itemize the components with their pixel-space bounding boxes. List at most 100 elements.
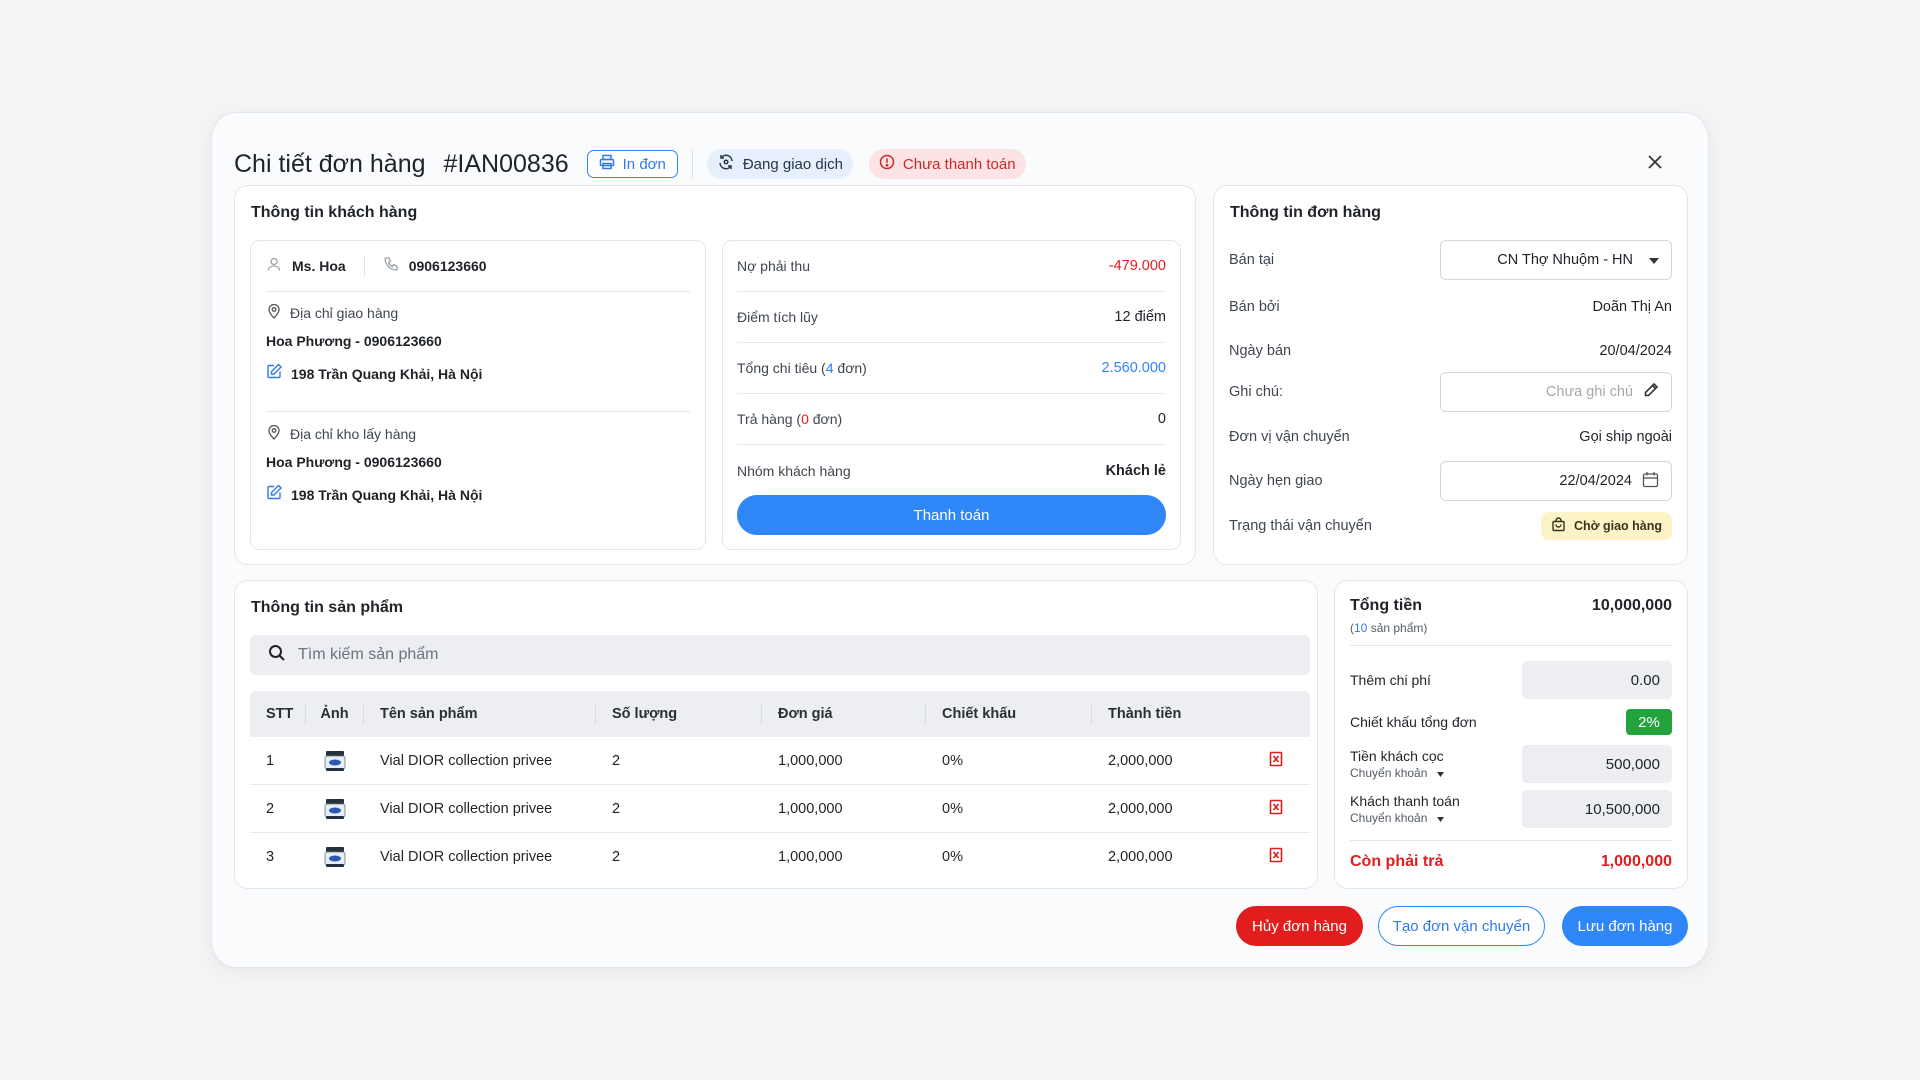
status-payment-label: Chưa thanh toán: [902, 155, 1016, 173]
divider: [691, 149, 693, 179]
col-actions: [1242, 703, 1310, 725]
return-label-suffix: đơn): [808, 411, 843, 427]
product-search[interactable]: [250, 635, 1310, 675]
print-button[interactable]: In đơn: [586, 150, 678, 178]
paid-method: Chuyển khoản: [1350, 811, 1428, 825]
note-label: Ghi chú:: [1229, 384, 1283, 400]
print-label: In đơn: [622, 155, 666, 173]
extra-cost-input[interactable]: 0.00: [1522, 661, 1672, 699]
printer-icon: [599, 154, 615, 174]
close-button[interactable]: [1642, 151, 1668, 177]
due-date-value: 22/04/2024: [1559, 473, 1632, 489]
paid-input[interactable]: 10,500,000: [1522, 790, 1672, 828]
map-pin-icon: [266, 303, 282, 323]
alert-circle-icon: [879, 154, 895, 174]
due-date-label: Ngày hẹn giao: [1229, 473, 1323, 489]
product-total: 2,000,000: [1108, 800, 1173, 817]
status-badge-trade: Đang giao dịch: [706, 149, 853, 179]
paid-label: Khách thanh toán: [1350, 793, 1460, 809]
status-trade-label: Đang giao dịch: [742, 155, 843, 173]
shipping-status-badge: Chờ giao hàng: [1540, 512, 1672, 540]
remaining-row: Còn phải trả 1,000,000: [1350, 853, 1672, 871]
delivery-address-row[interactable]: 198 Trần Quang Khải, Hà Nội: [266, 363, 482, 384]
page-title: Chi tiết đơn hàng: [234, 149, 426, 178]
due-date-picker[interactable]: 22/04/2024: [1440, 461, 1672, 501]
spend-value: 2.560.000: [1101, 360, 1166, 376]
debt-label: Nợ phải thu: [737, 258, 811, 274]
search-input[interactable]: [298, 646, 898, 664]
debt-row: Nợ phải thu -479.000: [737, 241, 1166, 292]
item-count: (10 sản phẩm): [1350, 621, 1427, 635]
order-info-card: Thông tin đơn hàng Bán tại CN Thợ Nhuộm …: [1213, 185, 1688, 565]
group-label: Nhóm khách hàng: [737, 462, 851, 479]
order-discount-value[interactable]: 2%: [1626, 709, 1672, 735]
modal-header: Chi tiết đơn hàng #IAN00836 In đơn Đang …: [234, 137, 1686, 191]
cancel-order-button[interactable]: Hủy đơn hàng: [1236, 906, 1363, 946]
deposit-input[interactable]: 500,000: [1522, 745, 1672, 783]
spend-label-suffix: đơn): [833, 360, 867, 376]
pickup-address-row[interactable]: 198 Trần Quang Khải, Hà Nội: [266, 484, 482, 505]
trash-icon: [1269, 847, 1283, 867]
order-discount-label: Chiết khấu tổng đơn: [1350, 714, 1477, 730]
customer-section-title: Thông tin khách hàng: [251, 204, 418, 221]
row-stt: 2: [266, 800, 275, 817]
products-table: STT Ảnh Tên sản phẩm Số lượng Đơn giá Ch…: [250, 691, 1310, 881]
note-row: Ghi chú: Chưa ghi chú: [1229, 372, 1672, 412]
deposit-method-select[interactable]: Chuyển khoản: [1350, 766, 1445, 780]
map-pin-icon: [266, 424, 282, 444]
product-price: 1,000,000: [778, 800, 843, 817]
group-value: Khách lẻ: [1105, 462, 1166, 479]
note-field[interactable]: Chưa ghi chú: [1440, 372, 1672, 412]
caret-down-icon: [1649, 252, 1659, 268]
pay-button[interactable]: Thanh toán: [737, 495, 1166, 535]
product-discount: 0%: [942, 752, 963, 769]
table-row: 2 Vial DIOR collection privee 2 1,000,00…: [250, 785, 1310, 833]
carrier-value: Gọi ship ngoài: [1579, 429, 1672, 445]
delete-button[interactable]: [1242, 847, 1310, 867]
customer-account-box: Nợ phải thu -479.000 Điểm tích lũy 12 đi…: [722, 240, 1181, 550]
delivery-address: 198 Trần Quang Khải, Hà Nội: [291, 365, 483, 382]
pickup-address-label: Địa chỉ kho lấy hàng: [290, 426, 417, 442]
product-name: Vial DIOR collection privee: [380, 849, 553, 865]
spend-count: 4: [825, 360, 834, 376]
order-detail-modal: Chi tiết đơn hàng #IAN00836 In đơn Đang …: [211, 112, 1709, 968]
spend-label-text: Tổng chi tiêu (: [737, 360, 826, 376]
group-row: Nhóm khách hàng Khách lẻ: [737, 445, 1166, 496]
table-header: STT Ảnh Tên sản phẩm Số lượng Đơn giá Ch…: [250, 691, 1310, 737]
user-icon: [266, 256, 282, 276]
customer-card: Thông tin khách hàng Ms. Hoa 0906123660 …: [234, 185, 1196, 565]
divider: [266, 291, 690, 292]
save-order-button[interactable]: Lưu đơn hàng: [1562, 906, 1688, 946]
product-qty[interactable]: 2: [596, 849, 762, 865]
points-value: 12 điểm: [1114, 309, 1166, 325]
branch-select[interactable]: CN Thợ Nhuộm - HN: [1440, 240, 1672, 280]
paid-method-select[interactable]: Chuyển khoản: [1350, 811, 1460, 825]
order-id: #IAN00836: [443, 149, 569, 178]
shipping-status-label: Trạng thái vận chuyển: [1229, 518, 1372, 534]
return-row: Trả hàng (0 đơn) 0: [737, 394, 1166, 445]
customer-address-box: Ms. Hoa 0906123660 Địa chỉ giao hàng Hoa…: [250, 240, 706, 550]
sale-date-label: Ngày bán: [1229, 343, 1292, 359]
sale-date-value: 20/04/2024: [1599, 343, 1672, 359]
table-row: 3 Vial DIOR collection privee 2 1,000,00…: [250, 833, 1310, 881]
customer-phone[interactable]: 0906123660: [409, 258, 487, 274]
col-price: Đơn giá: [762, 703, 926, 725]
calendar-icon: [1642, 471, 1659, 492]
delete-button[interactable]: [1242, 751, 1310, 771]
col-discount: Chiết khấu: [926, 703, 1092, 725]
item-count-suffix: sản phẩm): [1367, 621, 1428, 635]
edit-icon[interactable]: [266, 363, 283, 384]
create-shipping-button[interactable]: Tạo đơn vận chuyển: [1378, 906, 1545, 946]
sold-at-label: Bán tại: [1229, 252, 1275, 268]
products-card: Thông tin sản phẩm STT Ảnh Tên sản phẩm …: [234, 580, 1318, 889]
product-thumbnail: [306, 797, 364, 821]
product-total: 2,000,000: [1108, 752, 1173, 769]
col-total: Thành tiền: [1108, 706, 1182, 722]
edit-icon[interactable]: [266, 484, 283, 505]
total-label: Tổng tiền: [1350, 597, 1422, 614]
product-qty[interactable]: 2: [596, 753, 762, 769]
delete-button[interactable]: [1242, 799, 1310, 819]
col-image: Ảnh: [306, 703, 364, 725]
product-qty[interactable]: 2: [596, 801, 762, 817]
row-stt: 1: [266, 752, 275, 769]
